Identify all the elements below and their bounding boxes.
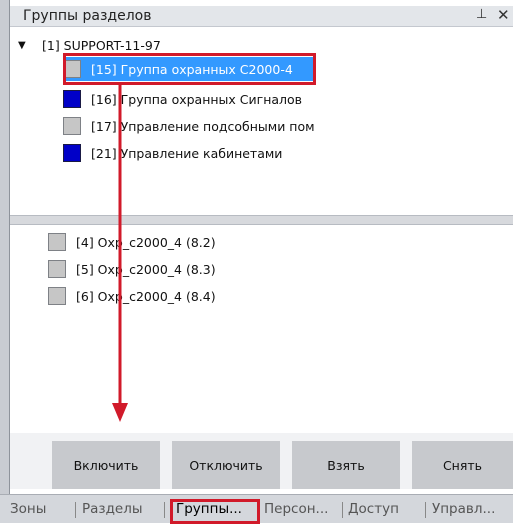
- section-item-label: [4] Охр_с2000_4 (8.2): [76, 234, 216, 250]
- tree-item-label: [16] Группа охранных Сигналов: [91, 91, 303, 107]
- close-icon[interactable]: ✕: [497, 6, 510, 24]
- tree-item-group-16[interactable]: [16] Группа охранных Сигналов: [63, 87, 302, 111]
- action-button-bar: Включить Отключить Взять Снять: [10, 433, 513, 489]
- section-checkbox[interactable]: [48, 287, 66, 305]
- tree-root-node[interactable]: ▼ [1] SUPPORT-11-97: [18, 36, 161, 54]
- tab-separator: [425, 502, 426, 518]
- section-checkbox[interactable]: [48, 233, 66, 251]
- section-checkbox[interactable]: [48, 260, 66, 278]
- group-checkbox[interactable]: [63, 90, 81, 108]
- selected-item-highlight: [63, 53, 316, 85]
- tab-access[interactable]: Доступ: [348, 501, 399, 517]
- tab-control[interactable]: Управл...: [432, 501, 495, 517]
- disarm-button[interactable]: Снять: [412, 441, 513, 489]
- pin-icon[interactable]: ⊥: [476, 7, 487, 22]
- tree-root-label: [1] SUPPORT-11-97: [42, 37, 161, 53]
- section-item-4[interactable]: [4] Охр_с2000_4 (8.2): [48, 230, 216, 254]
- disable-button[interactable]: Отключить: [172, 441, 280, 489]
- section-item-label: [6] Охр_с2000_4 (8.4): [76, 288, 216, 304]
- section-item-label: [5] Охр_с2000_4 (8.3): [76, 261, 216, 277]
- tab-separator: [75, 502, 76, 518]
- tree-item-label: [21] Управление кабинетами: [91, 145, 283, 161]
- section-item-5[interactable]: [5] Охр_с2000_4 (8.3): [48, 257, 216, 281]
- tab-personnel[interactable]: Персон...: [264, 501, 328, 517]
- expand-down-icon[interactable]: ▼: [18, 40, 34, 51]
- sections-list: [4] Охр_с2000_4 (8.2) [5] Охр_с2000_4 (8…: [10, 224, 513, 424]
- panel-title: Группы разделов: [23, 8, 152, 24]
- group-checkbox[interactable]: [63, 144, 81, 162]
- panel-header: Группы разделов ⊥ ✕: [10, 6, 513, 27]
- arm-button[interactable]: Взять: [292, 441, 400, 489]
- tree-item-group-21[interactable]: [21] Управление кабинетами: [63, 141, 282, 165]
- group-checkbox[interactable]: [63, 117, 81, 135]
- tree-item-group-17[interactable]: [17] Управление подсобными пом: [63, 114, 315, 138]
- tab-separator: [164, 502, 165, 518]
- tab-sections[interactable]: Разделы: [82, 501, 143, 517]
- active-tab-highlight: [170, 499, 260, 524]
- tree-item-label: [17] Управление подсобными пом: [91, 118, 315, 134]
- left-dock-edge: [0, 0, 10, 522]
- tab-separator: [342, 502, 343, 518]
- section-groups-panel: Группы разделов ⊥ ✕ ▼ [1] SUPPORT-11-97 …: [0, 0, 513, 524]
- tab-zones[interactable]: Зоны: [10, 501, 46, 517]
- section-item-6[interactable]: [6] Охр_с2000_4 (8.4): [48, 284, 216, 308]
- enable-button[interactable]: Включить: [52, 441, 160, 489]
